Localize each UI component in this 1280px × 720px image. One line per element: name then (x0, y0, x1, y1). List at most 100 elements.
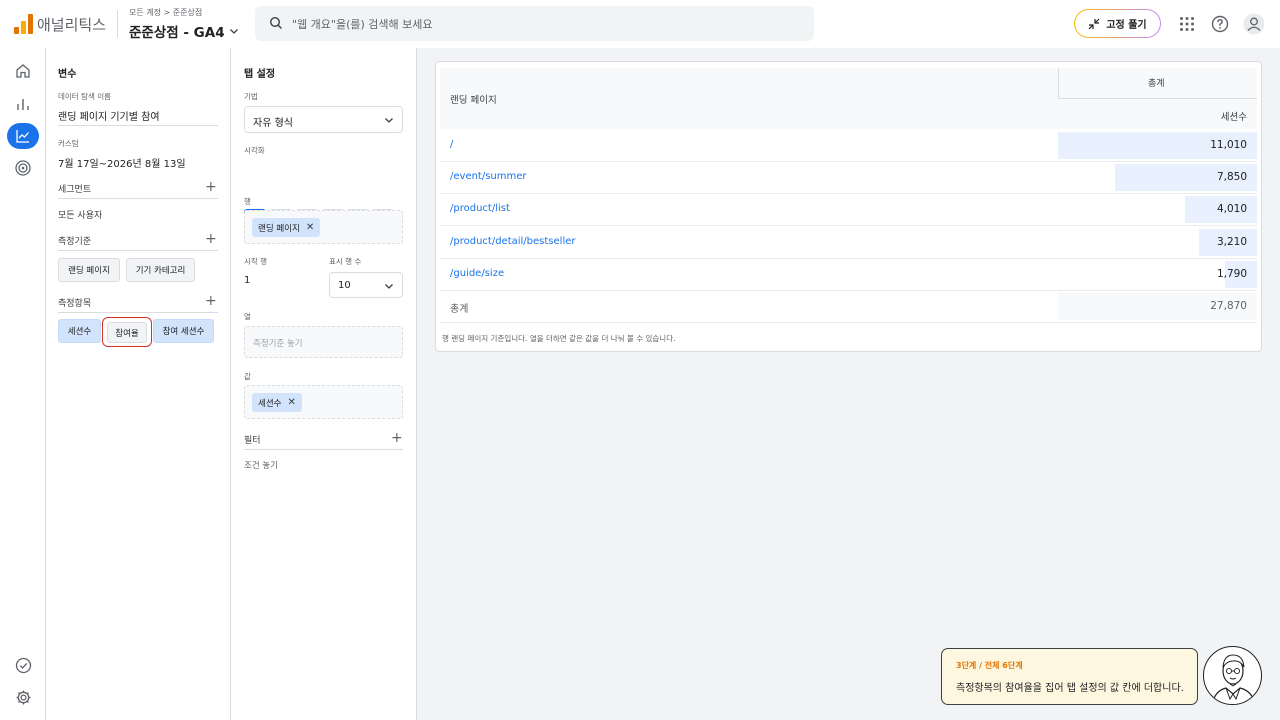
tab-settings-title: 탭 설정 (244, 69, 276, 80)
technique-select[interactable]: 자유 형식 (244, 106, 403, 133)
total-row: 총계 27,870 (440, 291, 1257, 323)
table-row[interactable]: /event/summer 7,850 (440, 162, 1257, 194)
rows-chip-label: 랜딩 페이지 (258, 223, 300, 234)
total-label: 총계 (450, 304, 469, 315)
table-footnote: 행 랜딩 페이지 기준입니다. 열을 더하면 같은 값을 더 나눠 볼 수 있습… (442, 334, 676, 343)
apps-icon[interactable] (1176, 13, 1198, 35)
divider (117, 10, 118, 38)
guide-avatar[interactable] (1203, 646, 1262, 705)
home-icon[interactable] (7, 58, 39, 84)
dimension-chip-landing-page[interactable]: 랜딩 페이지 (58, 258, 120, 282)
metrics-label: 측정항목 (58, 299, 92, 309)
sessions-cell: 4,010 (1216, 203, 1247, 215)
metric-header[interactable]: 세션수 (1221, 109, 1247, 123)
free-form-table: 랜딩 페이지 총계 세션수 / 11,010 /event/summer 7,8… (435, 61, 1262, 352)
metric-chip-sessions[interactable]: 세션수 (58, 319, 101, 343)
start-row-label: 시작 행 (244, 257, 268, 266)
date-custom-label: 커스텀 (58, 139, 79, 148)
technique-label: 기법 (244, 92, 258, 101)
add-filter-icon[interactable]: + (391, 431, 403, 445)
explore-icon[interactable] (7, 123, 39, 149)
app-name: 애널리틱스 (37, 16, 107, 34)
chevron-down-icon (385, 118, 393, 123)
guide-step: 3단계 / 전체 6단계 (956, 661, 1023, 670)
landing-page-cell[interactable]: /event/summer (450, 171, 527, 182)
reports-icon[interactable] (7, 91, 39, 117)
rows-chip-landing-page[interactable]: 랜딩 페이지 ✕ (252, 218, 321, 237)
close-icon[interactable]: ✕ (306, 222, 314, 233)
add-segment-icon[interactable]: + (205, 180, 217, 194)
variables-title: 변수 (58, 69, 77, 80)
close-icon[interactable]: ✕ (287, 397, 295, 408)
show-rows-value: 10 (338, 280, 351, 291)
date-range[interactable]: 7월 17일~2026년 8월 13일 (58, 155, 186, 170)
search-placeholder: "웹 개요"을(를) 검색해 보세요 (292, 18, 433, 31)
guide-message: 측정항목의 참여율을 집어 탭 설정의 값 칸에 더합니다. (956, 683, 1184, 694)
sessions-cell: 7,850 (1216, 171, 1247, 183)
exploration-name-label: 데이터 탐색 이름 (58, 92, 112, 101)
unpin-label: 고정 풀기 (1106, 20, 1147, 31)
divider (58, 312, 218, 313)
collapse-icon (1088, 18, 1100, 29)
landing-page-cell[interactable]: / (450, 139, 453, 150)
metric-chip-engaged-sessions[interactable]: 참여 세션수 (153, 319, 214, 343)
gear-icon[interactable] (7, 684, 39, 710)
show-rows-select[interactable]: 10 (329, 272, 403, 298)
divider (244, 449, 403, 450)
metric-chip-engagement-rate[interactable]: 참여율 (107, 322, 147, 343)
columns-label: 열 (244, 312, 251, 321)
technique-value: 자유 형식 (253, 118, 293, 129)
start-row-value[interactable]: 1 (244, 275, 250, 286)
table-row[interactable]: /guide/size 1,790 (440, 259, 1257, 291)
divider (1058, 68, 1059, 99)
values-chip-label: 세션수 (258, 398, 282, 409)
advertising-icon[interactable] (7, 155, 39, 181)
divider (58, 198, 218, 199)
show-rows-label: 표시 행 수 (329, 257, 362, 266)
check-circle-icon[interactable] (7, 652, 39, 678)
visualization-label: 시각화 (244, 146, 265, 155)
sessions-cell: 1,790 (1216, 268, 1247, 280)
columns-dropzone[interactable]: 측정기준 놓기 (244, 326, 403, 358)
divider (58, 250, 218, 251)
values-label: 값 (244, 372, 251, 381)
total-header: 총계 (1148, 79, 1165, 89)
landing-page-cell[interactable]: /guide/size (450, 268, 504, 279)
dimension-header[interactable]: 랜딩 페이지 (450, 92, 497, 106)
landing-page-cell[interactable]: /product/detail/bestseller (450, 236, 576, 247)
add-metric-icon[interactable]: + (205, 294, 217, 308)
chevron-down-icon (385, 284, 393, 289)
table-row[interactable]: /product/list 4,010 (440, 194, 1257, 226)
account-avatar[interactable] (1243, 13, 1265, 35)
filters-placeholder[interactable]: 조건 놓기 (244, 459, 278, 471)
unpin-button[interactable]: 고정 풀기 (1074, 9, 1161, 38)
segments-label: 세그먼트 (58, 185, 92, 195)
exploration-name[interactable]: 랜딩 페이지 기기별 참여 (58, 108, 160, 123)
analytics-logo[interactable] (14, 14, 34, 34)
segment-value[interactable]: 모든 사용자 (58, 208, 102, 221)
property-selector[interactable]: 준준상점 - GA4 (129, 21, 239, 41)
property-name: 준준상점 - GA4 (129, 25, 225, 41)
values-dropzone[interactable]: 세션수 ✕ (244, 385, 403, 419)
top-app-bar: 애널리틱스 모든 계정 > 준준상점 준준상점 - GA4 "웹 개요"을(를)… (0, 0, 1280, 48)
landing-page-cell[interactable]: /product/list (450, 203, 510, 214)
dimension-chip-device-category[interactable]: 기기 카테고리 (126, 258, 195, 282)
left-navigation-rail (0, 48, 46, 720)
guide-bubble: 3단계 / 전체 6단계 측정항목의 참여율을 집어 탭 설정의 값 칸에 더합… (941, 648, 1198, 705)
table-row[interactable]: /product/detail/bestseller 3,210 (440, 227, 1257, 259)
divider (58, 125, 218, 126)
total-value: 27,870 (1210, 300, 1247, 312)
search-icon (269, 16, 282, 29)
search-bar[interactable]: "웹 개요"을(를) 검색해 보세요 (255, 6, 814, 41)
sessions-cell: 3,210 (1216, 236, 1247, 248)
rows-dropzone[interactable]: 랜딩 페이지 ✕ (244, 210, 403, 244)
variables-panel: 변수 데이터 탐색 이름 랜딩 페이지 기기별 참여 커스텀 7월 17일~20… (46, 48, 231, 720)
filters-label: 필터 (244, 436, 261, 446)
help-icon[interactable] (1209, 13, 1231, 35)
table-row[interactable]: / 11,010 (440, 130, 1257, 162)
breadcrumb[interactable]: 모든 계정 > 준준상점 (129, 7, 202, 18)
tab-settings-panel: 탭 설정 기법 자유 형식 시각화 행 랜딩 페이지 ✕ 시작 행 1 표시 행… (231, 48, 417, 720)
dimensions-label: 측정기준 (58, 237, 92, 247)
add-dimension-icon[interactable]: + (205, 232, 217, 246)
values-chip-sessions[interactable]: 세션수 ✕ (252, 393, 302, 412)
